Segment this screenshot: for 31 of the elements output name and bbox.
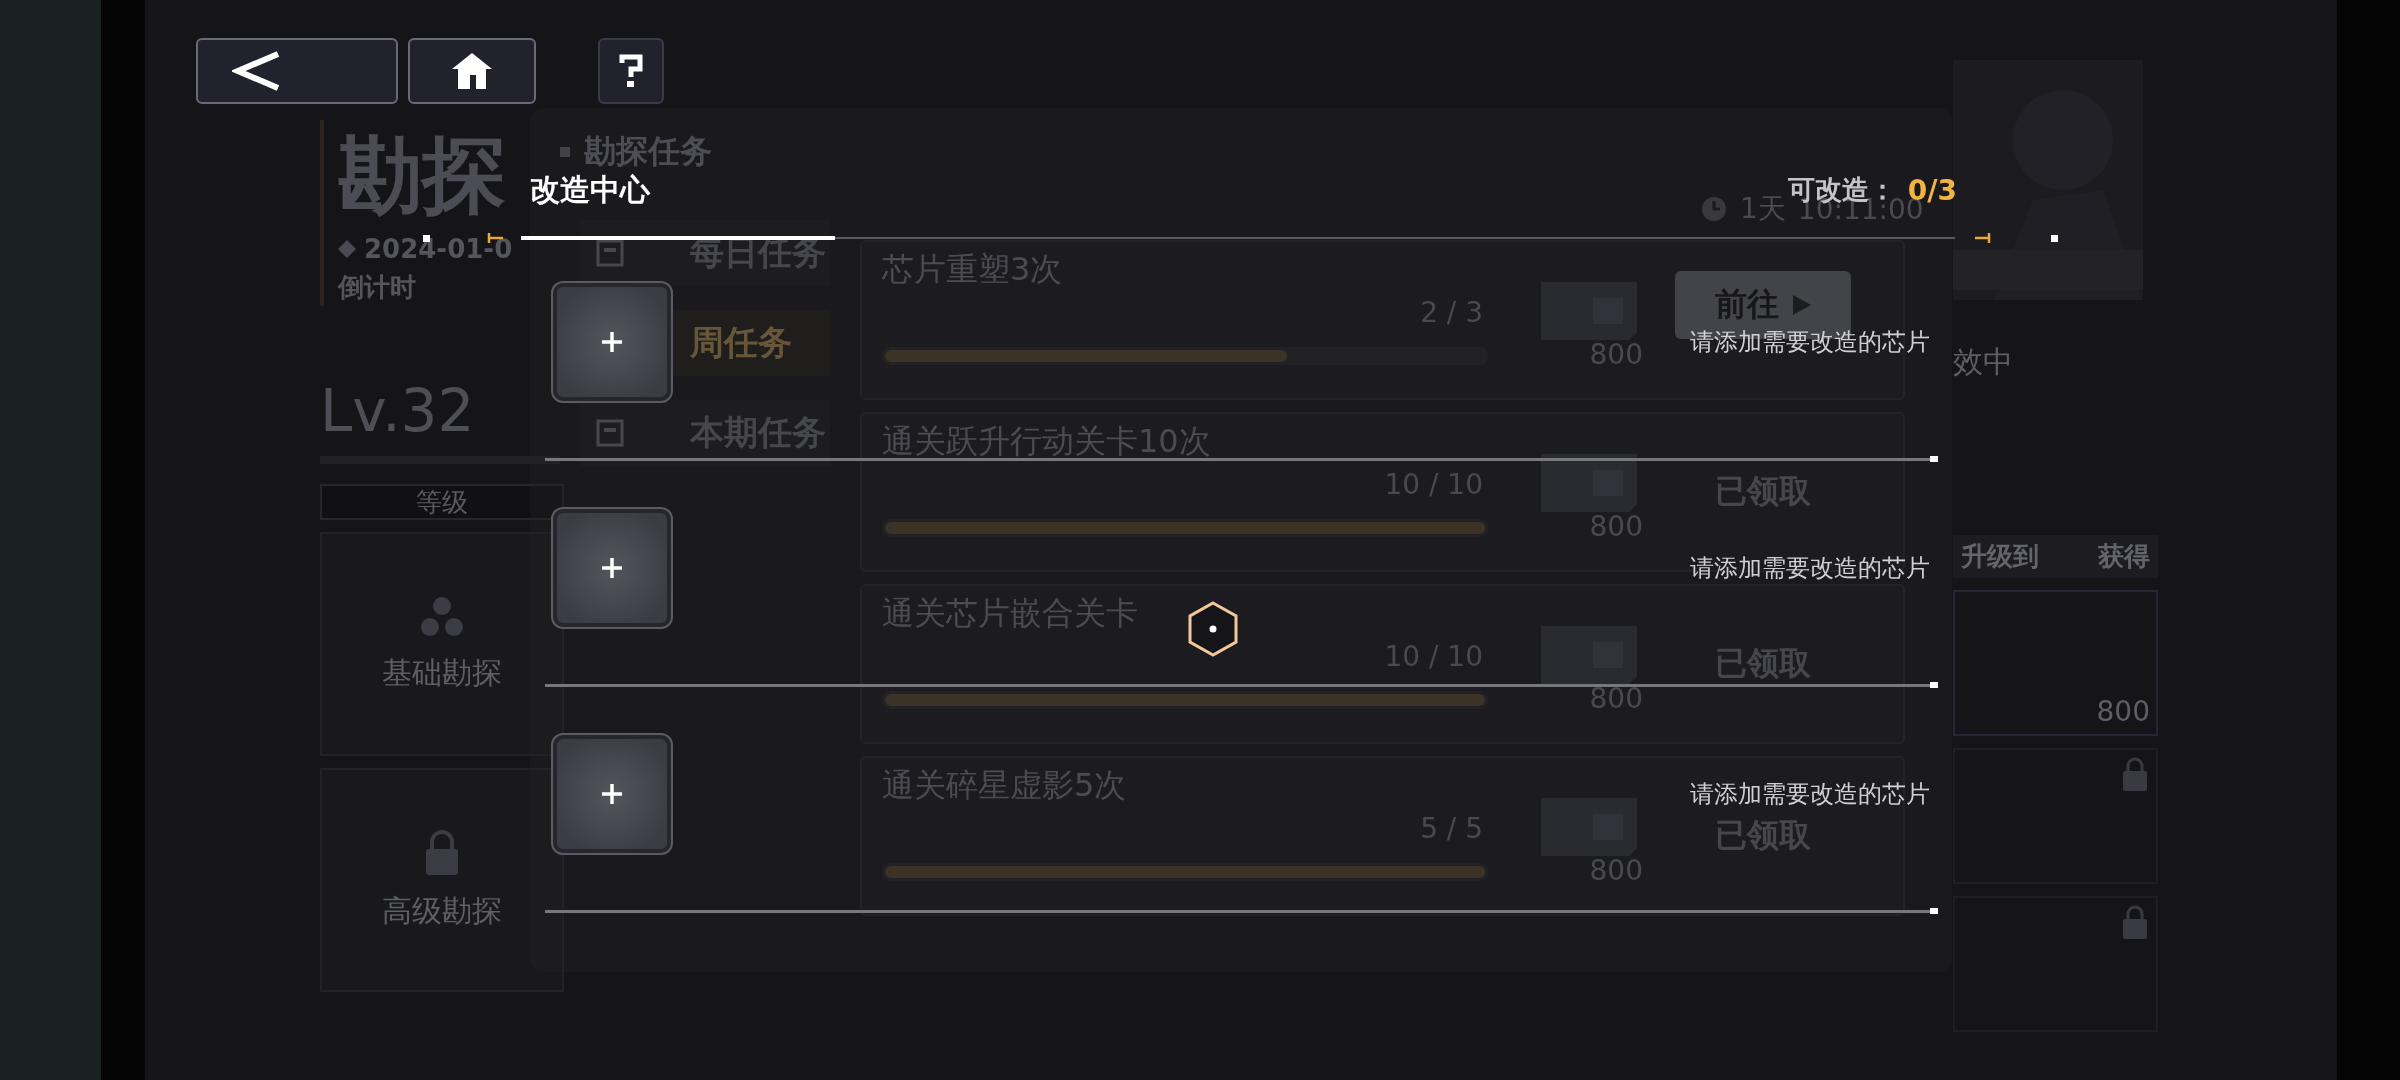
gain-label: 获得 — [2098, 540, 2150, 573]
list-icon — [596, 239, 624, 267]
mode-label: 高级勘探 — [382, 891, 502, 930]
level-tab[interactable]: 等级 — [320, 484, 564, 520]
dialog-title: 改造中心 — [530, 170, 650, 209]
hexagon-cursor-icon — [1187, 600, 1239, 658]
play-icon — [1793, 295, 1811, 315]
back-button[interactable] — [196, 38, 398, 104]
level-text: Lv.32 — [320, 376, 476, 446]
page-title: 勘探 — [338, 125, 506, 226]
upgrade-label: 升级到 — [1961, 540, 2039, 573]
tab-label: 周任务 — [690, 321, 792, 364]
countdown-label: 倒计时 — [338, 271, 417, 304]
mode-card[interactable]: 基础勘探 — [320, 532, 564, 756]
plus-icon — [601, 557, 623, 579]
slot-hint: 请添加需要改造的芯片 — [1690, 553, 1930, 584]
plus-icon — [601, 331, 623, 353]
diamond-icon — [338, 240, 356, 258]
help-icon — [618, 53, 644, 89]
help-button[interactable] — [598, 38, 664, 104]
status-text: 效中 — [1953, 343, 2014, 381]
home-button[interactable] — [408, 38, 536, 104]
date-text: 2024-01-0 — [364, 233, 513, 266]
reward-amount: 800 — [2096, 695, 2150, 728]
plus-icon — [601, 783, 623, 805]
slot-hint: 请添加需要改造的芯片 — [1690, 779, 1930, 810]
clock-icon — [1700, 195, 1728, 223]
mode-label: 基础勘探 — [382, 653, 502, 692]
home-icon — [450, 51, 494, 91]
list-icon — [596, 419, 624, 447]
mode-card[interactable]: 高级勘探 — [320, 768, 564, 992]
